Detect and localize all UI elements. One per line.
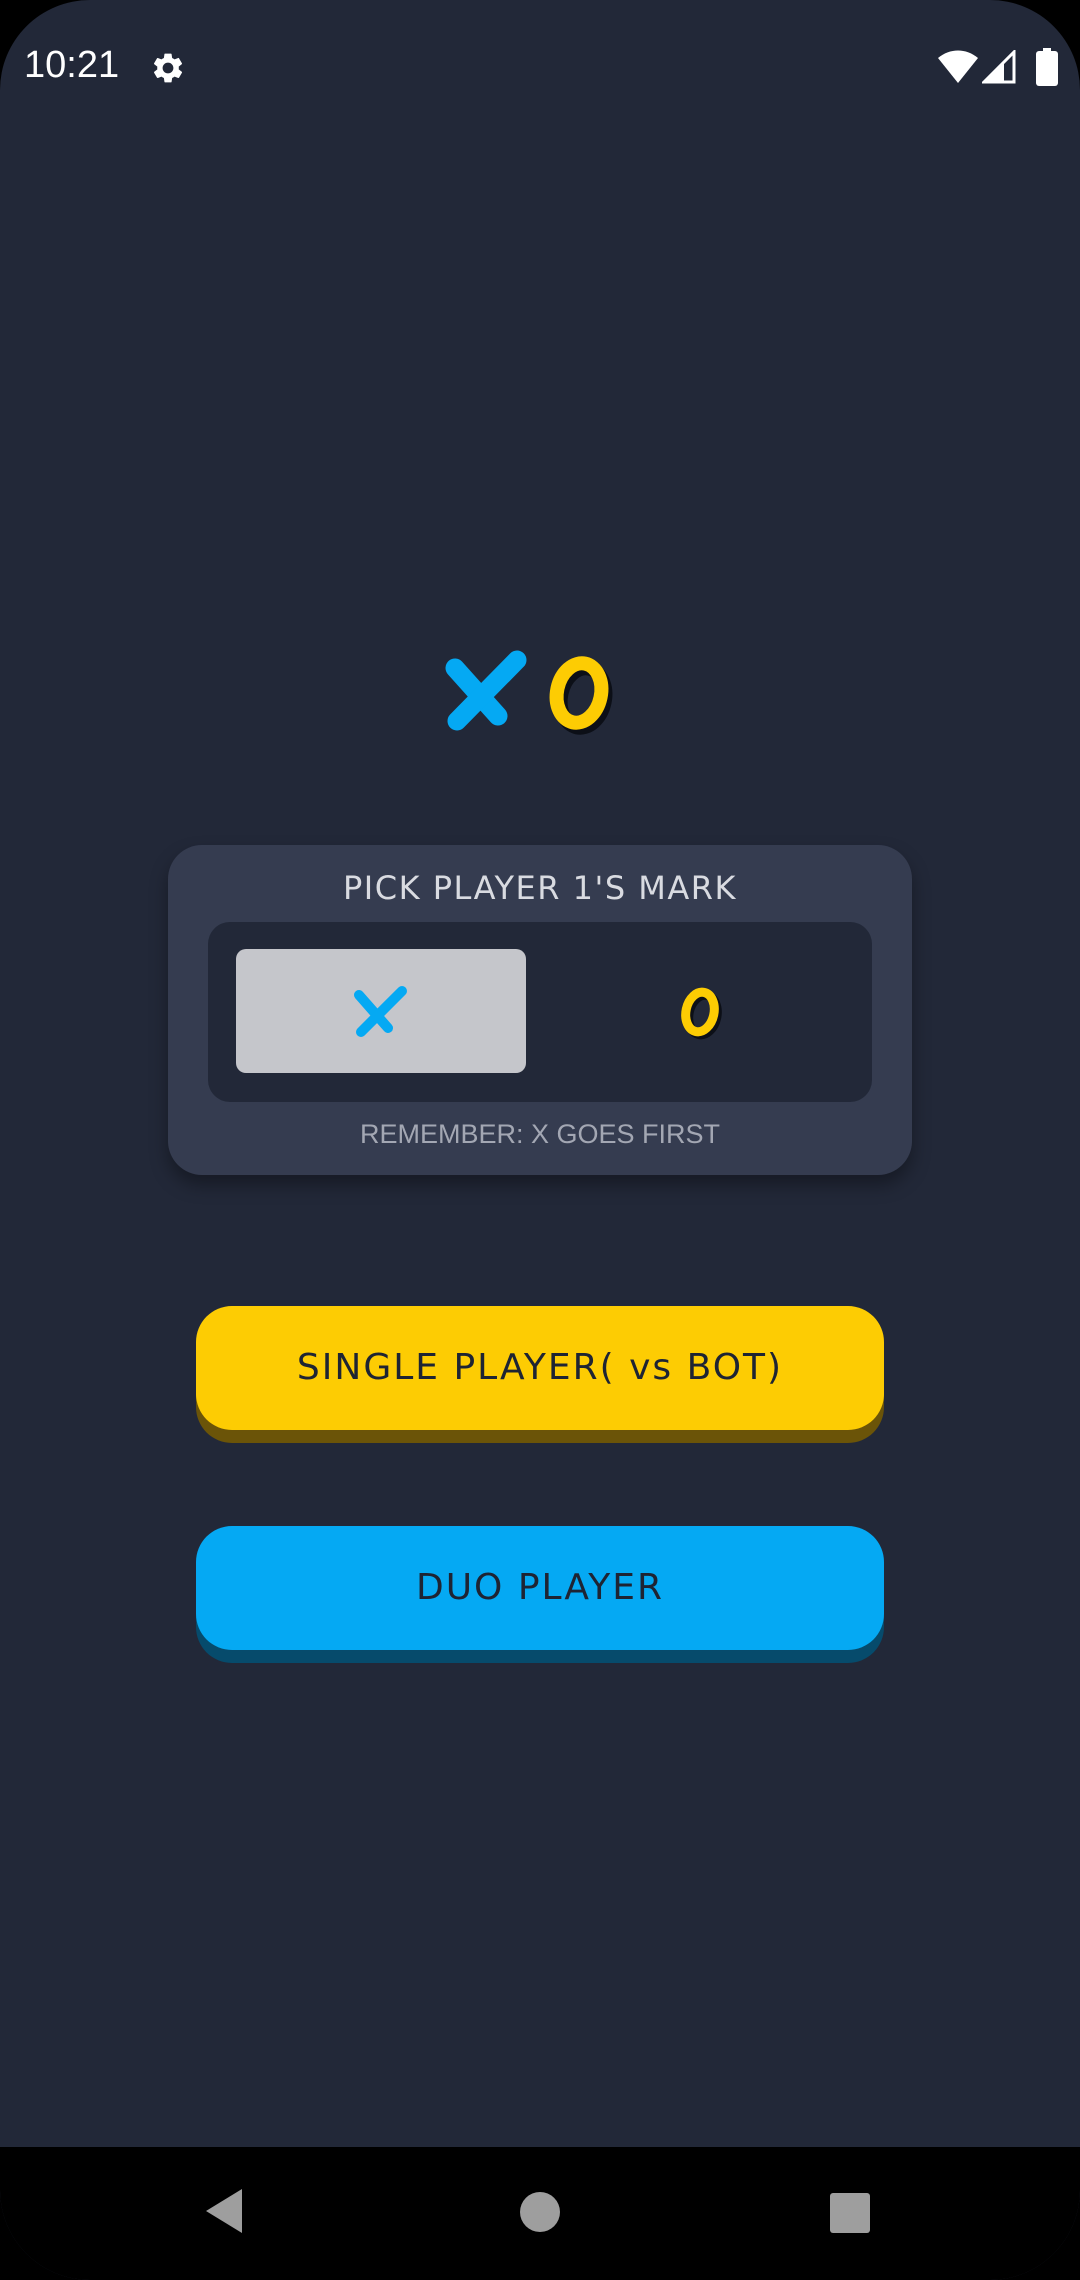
back-icon[interactable]	[204, 2187, 244, 2235]
system-nav-bar	[0, 2147, 1080, 2280]
o-mark-icon	[681, 987, 722, 1040]
mark-picker-card: PICK PLAYER 1'S MARK REMEMBER: X GOES FI…	[168, 845, 912, 1175]
wifi-icon	[938, 50, 978, 84]
mark-option-x[interactable]	[236, 949, 526, 1073]
battery-icon	[1036, 48, 1058, 86]
app-logo	[445, 650, 635, 740]
xo-logo-icon	[445, 650, 613, 735]
mark-picker-title: PICK PLAYER 1'S MARK	[342, 869, 738, 907]
mark-picker-hint: REMEMBER: X GOES FIRST	[359, 1119, 721, 1149]
signal-icon	[980, 48, 1016, 84]
mark-option-o[interactable]	[554, 949, 844, 1073]
home-icon[interactable]	[519, 2191, 561, 2233]
app-screen: 10:21 PICK PLAYER 1'S MARK REMEMBER: X G…	[0, 0, 1080, 2280]
mark-toggle	[208, 922, 872, 1102]
x-mark-icon	[354, 986, 407, 1037]
duo-player-button[interactable]: DUO PLAYER	[196, 1526, 884, 1650]
recents-icon[interactable]	[829, 2192, 871, 2234]
status-time: 10:21	[24, 44, 120, 86]
status-bar: 10:21	[0, 0, 1080, 140]
gear-icon	[150, 50, 186, 86]
single-player-button[interactable]: SINGLE PLAYER( vs BOT)	[196, 1306, 884, 1430]
